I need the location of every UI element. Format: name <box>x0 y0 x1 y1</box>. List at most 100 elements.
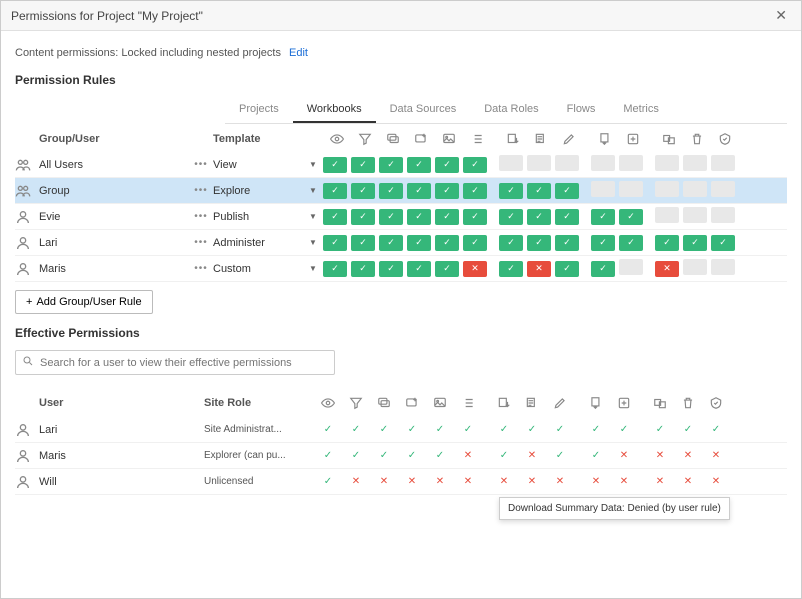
edit-link[interactable]: Edit <box>289 47 308 59</box>
capability-cell[interactable]: ✓ <box>351 261 375 277</box>
capability-cell[interactable] <box>655 155 679 171</box>
template-select[interactable]: Explore <box>213 185 303 197</box>
capability-cell[interactable]: ✓ <box>351 209 375 225</box>
permission-rule-row[interactable]: Lari•••Administer▼✓✓✓✓✓✓✓✓✓✓✓✓✓✓ <box>15 230 787 256</box>
capability-cell[interactable] <box>711 259 735 275</box>
capability-cell[interactable]: ✓ <box>435 157 459 173</box>
capability-cell[interactable]: ✓ <box>527 183 551 199</box>
capability-cell[interactable]: ✓ <box>407 183 431 199</box>
tab-data-sources[interactable]: Data Sources <box>376 97 471 123</box>
capability-cell[interactable]: ✓ <box>435 183 459 199</box>
capability-cell[interactable]: ✓ <box>435 209 459 225</box>
row-menu-button[interactable]: ••• <box>189 263 213 274</box>
effective-search[interactable] <box>15 350 335 375</box>
capability-cell[interactable]: ✓ <box>323 261 347 277</box>
effective-permission-row[interactable]: LariSite Administrat...✓✓✓✓✓✓✓✓✓✓✓✓✓✓ <box>15 417 787 443</box>
row-menu-button[interactable]: ••• <box>189 159 213 170</box>
capability-cell[interactable]: ✓ <box>555 261 579 277</box>
capability-cell[interactable] <box>683 181 707 197</box>
capability-cell[interactable]: ✓ <box>499 235 523 251</box>
close-icon[interactable]: ✕ <box>771 7 791 24</box>
chevron-down-icon[interactable]: ▼ <box>303 238 323 247</box>
capability-cell[interactable]: ✓ <box>323 209 347 225</box>
tab-workbooks[interactable]: Workbooks <box>293 97 376 123</box>
capability-cell[interactable] <box>711 181 735 197</box>
capability-cell[interactable]: ✓ <box>323 157 347 173</box>
capability-cell[interactable]: ✓ <box>379 157 403 173</box>
template-select[interactable]: View <box>213 159 303 171</box>
capability-cell[interactable] <box>683 259 707 275</box>
capability-cell[interactable]: ✓ <box>379 183 403 199</box>
template-select[interactable]: Administer <box>213 237 303 249</box>
capability-cell[interactable]: ✓ <box>499 261 523 277</box>
capability-cell[interactable]: ✓ <box>499 183 523 199</box>
capability-cell[interactable]: ✓ <box>463 183 487 199</box>
capability-cell[interactable]: ✓ <box>351 183 375 199</box>
capability-cell[interactable] <box>655 207 679 223</box>
capability-cell[interactable]: ✓ <box>555 183 579 199</box>
permission-rule-row[interactable]: Evie•••Publish▼✓✓✓✓✓✓✓✓✓✓✓ <box>15 204 787 230</box>
capability-cell[interactable]: ✓ <box>323 183 347 199</box>
capability-cell[interactable] <box>591 181 615 197</box>
capability-cell[interactable] <box>711 207 735 223</box>
row-menu-button[interactable]: ••• <box>189 211 213 222</box>
chevron-down-icon[interactable]: ▼ <box>303 186 323 195</box>
capability-cell[interactable]: ✓ <box>323 235 347 251</box>
tab-projects[interactable]: Projects <box>225 97 293 123</box>
effective-permission-row[interactable]: MarisExplorer (can pu...✓✓✓✓✓✕✓✕✓✓✕✕✕✕ <box>15 443 787 469</box>
capability-cell[interactable]: ✓ <box>591 235 615 251</box>
row-menu-button[interactable]: ••• <box>189 237 213 248</box>
capability-cell[interactable]: ✓ <box>407 235 431 251</box>
capability-cell[interactable]: ✓ <box>351 235 375 251</box>
capability-cell[interactable] <box>655 181 679 197</box>
permission-rule-row[interactable]: Group•••Explore▼✓✓✓✓✓✓✓✓✓ <box>15 178 787 204</box>
capability-cell[interactable]: ✓ <box>407 261 431 277</box>
chevron-down-icon[interactable]: ▼ <box>303 264 323 273</box>
capability-cell[interactable]: ✓ <box>591 261 615 277</box>
capability-cell[interactable]: ✓ <box>527 209 551 225</box>
capability-cell[interactable]: ✓ <box>683 235 707 251</box>
capability-cell[interactable]: ✓ <box>463 209 487 225</box>
tab-flows[interactable]: Flows <box>553 97 610 123</box>
tab-metrics[interactable]: Metrics <box>609 97 672 123</box>
capability-cell[interactable]: ✓ <box>555 235 579 251</box>
add-group-user-button[interactable]: + Add Group/User Rule <box>15 290 153 314</box>
capability-cell[interactable]: ✓ <box>435 235 459 251</box>
capability-cell[interactable]: ✓ <box>407 209 431 225</box>
capability-cell[interactable] <box>499 155 523 171</box>
capability-cell[interactable]: ✓ <box>407 157 431 173</box>
row-menu-button[interactable]: ••• <box>189 185 213 196</box>
capability-cell[interactable]: ✓ <box>655 235 679 251</box>
permission-rule-row[interactable]: All Users•••View▼✓✓✓✓✓✓ <box>15 152 787 178</box>
capability-cell[interactable]: ✓ <box>435 261 459 277</box>
capability-cell[interactable]: ✓ <box>379 235 403 251</box>
capability-cell[interactable] <box>683 155 707 171</box>
capability-cell[interactable]: ✕ <box>655 261 679 277</box>
capability-cell[interactable] <box>527 155 551 171</box>
permission-rule-row[interactable]: Maris•••Custom▼✓✓✓✓✓✕✓✕✓✓✕ <box>15 256 787 282</box>
capability-cell[interactable] <box>619 259 643 275</box>
capability-cell[interactable]: ✓ <box>619 209 643 225</box>
capability-cell[interactable] <box>711 155 735 171</box>
capability-cell[interactable]: ✕ <box>527 261 551 277</box>
capability-cell[interactable] <box>619 181 643 197</box>
capability-cell[interactable] <box>591 155 615 171</box>
template-select[interactable]: Publish <box>213 211 303 223</box>
effective-permission-row[interactable]: WillUnlicensed✓✕✕✕✕✕✕✕✕✕✕✕✕✕ <box>15 469 787 495</box>
tab-data-roles[interactable]: Data Roles <box>470 97 552 123</box>
capability-cell[interactable]: ✕ <box>463 261 487 277</box>
template-select[interactable]: Custom <box>213 263 303 275</box>
capability-cell[interactable]: ✓ <box>527 235 551 251</box>
capability-cell[interactable]: ✓ <box>711 235 735 251</box>
capability-cell[interactable]: ✓ <box>555 209 579 225</box>
capability-cell[interactable]: ✓ <box>619 235 643 251</box>
chevron-down-icon[interactable]: ▼ <box>303 160 323 169</box>
capability-cell[interactable]: ✓ <box>379 261 403 277</box>
capability-cell[interactable]: ✓ <box>591 209 615 225</box>
capability-cell[interactable] <box>555 155 579 171</box>
search-input[interactable] <box>40 357 328 369</box>
capability-cell[interactable]: ✓ <box>351 157 375 173</box>
chevron-down-icon[interactable]: ▼ <box>303 212 323 221</box>
capability-cell[interactable] <box>683 207 707 223</box>
capability-cell[interactable]: ✓ <box>379 209 403 225</box>
